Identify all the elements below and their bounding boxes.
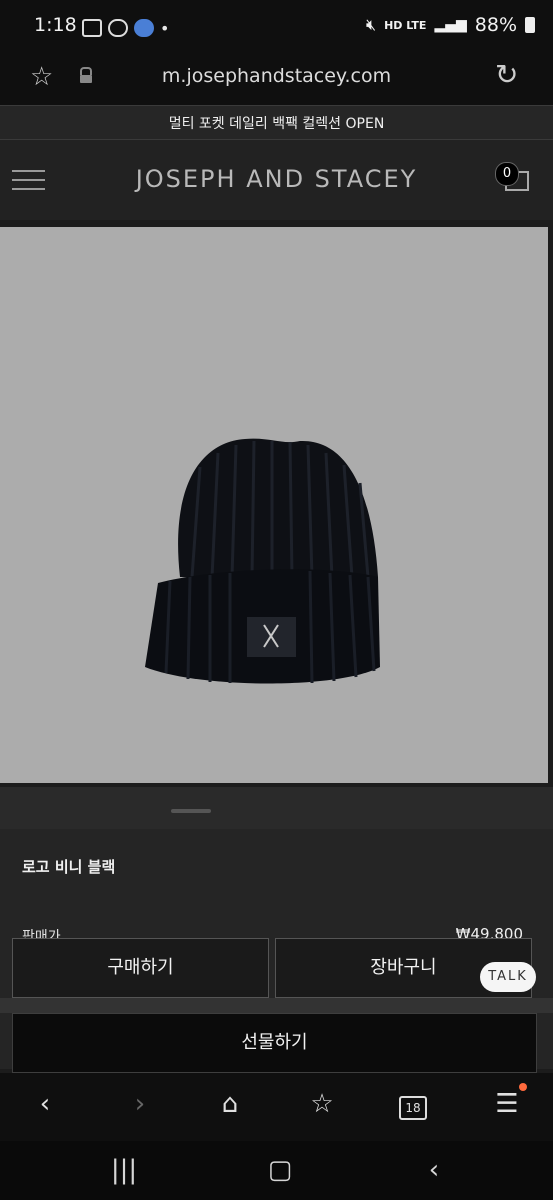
promo-banner-text: 멀티 포켓 데일리 백팩 컬렉션 OPEN [168,116,385,132]
gift-button[interactable]: 선물하기 [12,1013,537,1073]
beanie-image [145,438,380,684]
home-system-icon[interactable]: ▢ [260,1152,300,1188]
product-image[interactable] [0,227,548,783]
promo-banner[interactable]: 멀티 포켓 데일리 백팩 컬렉션 OPEN [0,105,553,140]
notification-dot [519,1083,527,1091]
more-icon[interactable]: ☰ [487,1086,527,1122]
bookmarks-icon[interactable]: ☆ [302,1086,342,1122]
url-bar: ☆ m.josephandstacey.com ↻ [0,55,553,105]
home-icon[interactable]: ⌂ [210,1086,250,1122]
network-indicator: HD LTE [384,18,427,32]
app-icon [134,19,154,37]
tabs-icon[interactable]: 18 [393,1086,433,1122]
talk-icon [108,19,128,37]
site-logo[interactable]: JOSEPH AND STACEY [0,165,553,193]
option-strip [0,998,553,1013]
notification-icons: • [82,19,169,38]
sheet-header [0,787,553,829]
tabs-count: 18 [399,1096,427,1120]
cart-count-badge: 0 [495,162,519,186]
battery-icon [525,17,535,33]
forward-icon[interactable]: › [120,1086,160,1122]
back-icon[interactable]: ‹ [25,1086,65,1122]
status-right: 🔇︎ HD LTE ▂▄▆ 88% [366,14,535,36]
site-header: JOSEPH AND STACEY 0 [0,140,553,220]
product-name: 로고 비니 블랙 [22,858,116,876]
reload-icon[interactable]: ↻ [495,58,518,91]
recent-apps-icon[interactable]: ||| [104,1152,144,1188]
status-bar: 1:18 • 🔇︎ HD LTE ▂▄▆ 88% [0,0,553,55]
gallery-icon [82,19,102,37]
back-system-icon[interactable]: ‹ [414,1152,454,1188]
more-notifications-dot: • [160,19,170,38]
status-time: 1:18 [34,14,77,36]
browser-nav-bar [0,1073,553,1141]
talk-chat-button[interactable]: TALK [480,962,536,992]
sheet-drag-handle[interactable] [171,809,211,813]
signal-icon: ▂▄▆ [434,17,467,33]
mute-icon: 🔇︎ [365,15,377,34]
url-text[interactable]: m.josephandstacey.com [0,65,553,87]
buy-button[interactable]: 구매하기 [12,938,269,998]
battery-level: 88% [474,14,517,36]
